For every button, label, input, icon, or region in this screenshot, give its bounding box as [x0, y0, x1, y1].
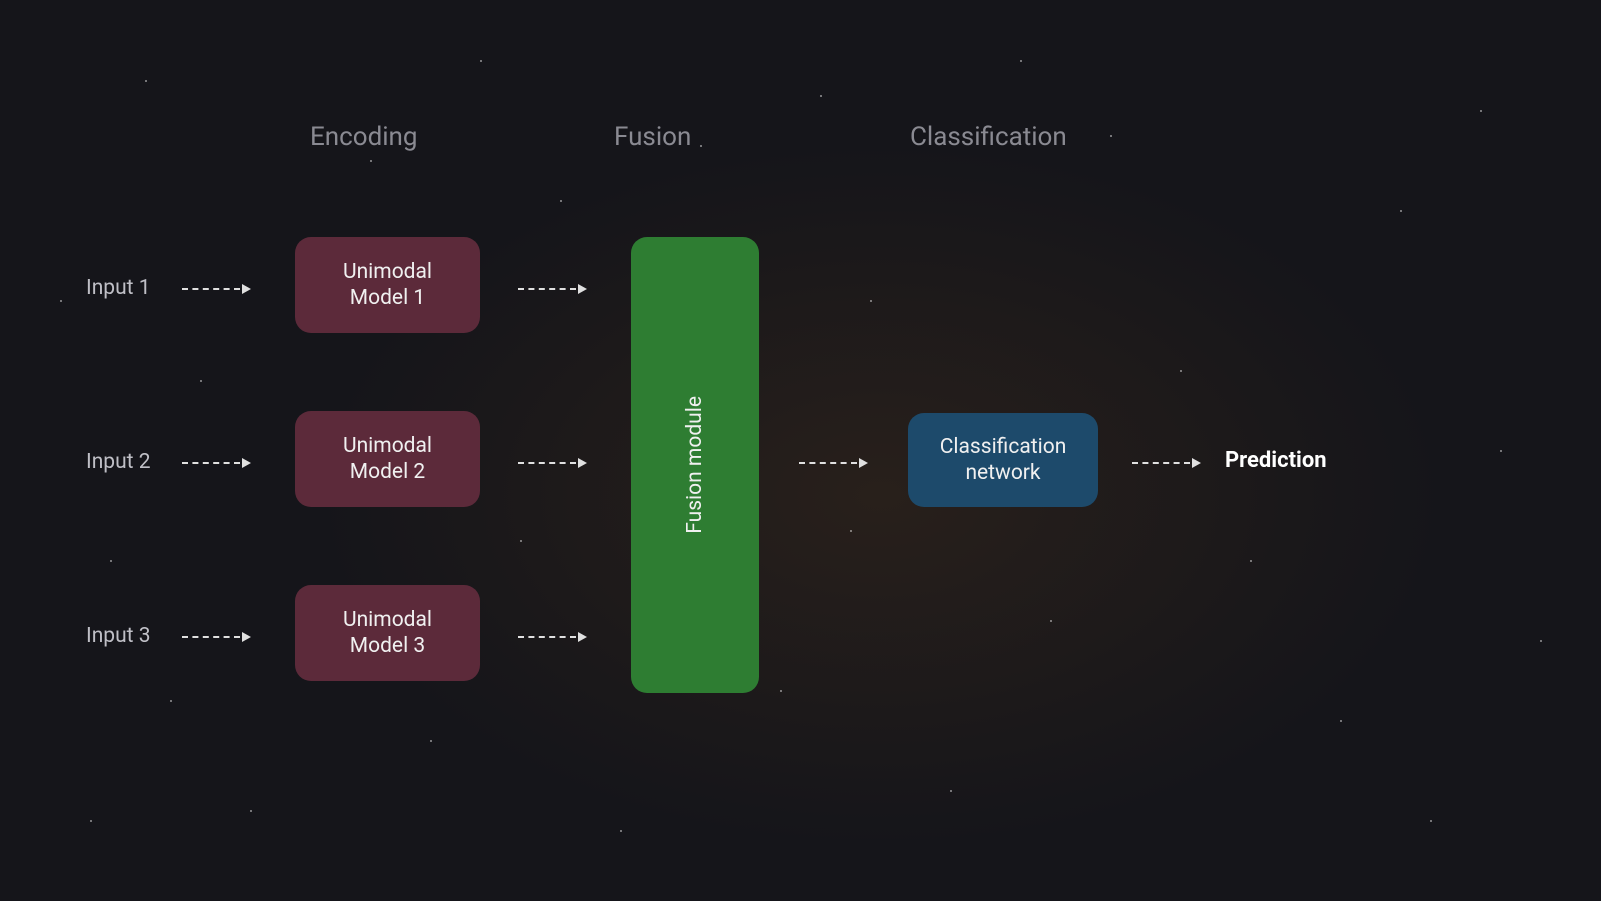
classification-label: Classificationnetwork [940, 434, 1067, 487]
star-decoration [1250, 560, 1252, 562]
star-decoration [110, 560, 112, 562]
star-decoration [1110, 135, 1112, 137]
star-decoration [1480, 110, 1482, 112]
star-decoration [1400, 210, 1402, 212]
star-decoration [1430, 820, 1432, 822]
star-decoration [870, 300, 872, 302]
star-decoration [1340, 720, 1342, 722]
star-decoration [1020, 60, 1022, 62]
star-decoration [250, 810, 252, 812]
star-decoration [170, 700, 172, 702]
star-decoration [145, 80, 147, 82]
encoder-block-1: UnimodalModel 1 [295, 237, 480, 333]
fusion-label: Fusion module [682, 396, 708, 534]
star-decoration [60, 300, 62, 302]
star-decoration [1500, 450, 1502, 452]
star-decoration [200, 380, 202, 382]
star-decoration [950, 790, 952, 792]
star-decoration [480, 60, 482, 62]
star-decoration [700, 145, 702, 147]
input-label-1: Input 1 [86, 276, 151, 300]
arrow-input1-encoder1 [182, 284, 251, 294]
arrow-input2-encoder2 [182, 458, 251, 468]
stage-label-classification: Classification [910, 122, 1067, 152]
arrow-classification-output [1132, 458, 1201, 468]
arrow-encoder3-fusion [518, 632, 587, 642]
stage-label-encoding: Encoding [310, 122, 418, 152]
output-label: Prediction [1225, 448, 1327, 473]
star-decoration [1050, 620, 1052, 622]
arrow-fusion-classification [799, 458, 868, 468]
input-label-3: Input 3 [86, 624, 151, 648]
star-decoration [1180, 370, 1182, 372]
classification-block: Classificationnetwork [908, 413, 1098, 507]
star-decoration [1540, 640, 1542, 642]
star-decoration [90, 820, 92, 822]
input-label-2: Input 2 [86, 450, 151, 474]
encoder-label-3: UnimodalModel 3 [343, 607, 432, 660]
star-decoration [560, 200, 562, 202]
star-decoration [430, 740, 432, 742]
encoder-block-2: UnimodalModel 2 [295, 411, 480, 507]
star-decoration [780, 690, 782, 692]
encoder-label-2: UnimodalModel 2 [343, 433, 432, 486]
fusion-block: Fusion module [631, 237, 759, 693]
arrow-encoder2-fusion [518, 458, 587, 468]
star-decoration [820, 95, 822, 97]
encoder-block-3: UnimodalModel 3 [295, 585, 480, 681]
star-decoration [850, 530, 852, 532]
star-decoration [370, 160, 372, 162]
encoder-label-1: UnimodalModel 1 [343, 259, 432, 312]
arrow-input3-encoder3 [182, 632, 251, 642]
star-decoration [620, 830, 622, 832]
stage-label-fusion: Fusion [614, 122, 691, 152]
arrow-encoder1-fusion [518, 284, 587, 294]
star-decoration [520, 540, 522, 542]
